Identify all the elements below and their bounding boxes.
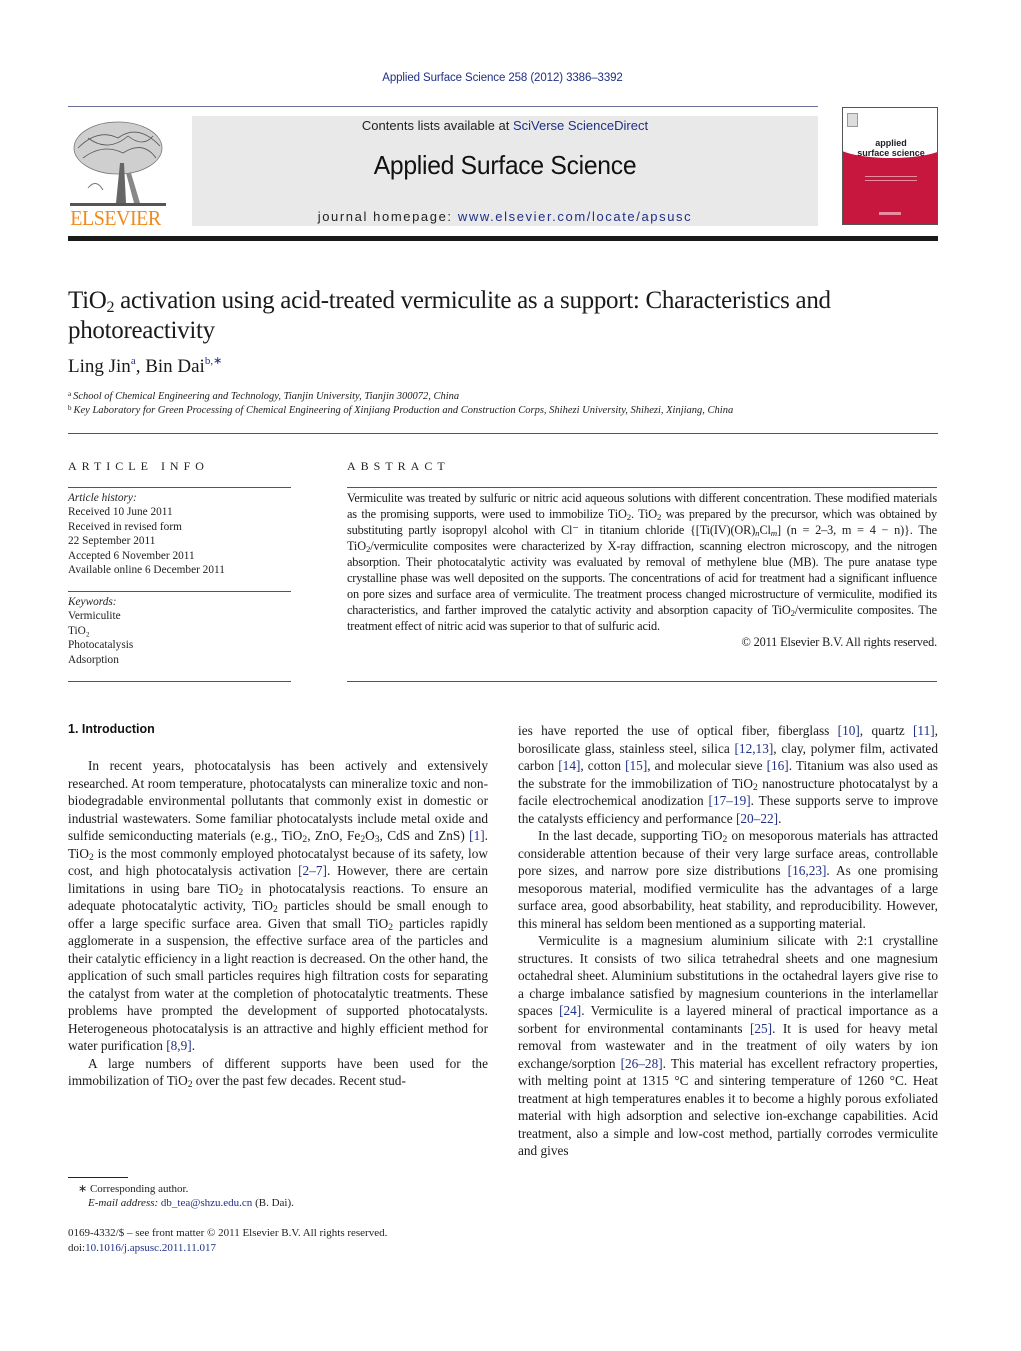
affiliation-a: a School of Chemical Engineering and Tech… bbox=[68, 390, 459, 402]
affiliation-text: School of Chemical Engineering and Techn… bbox=[73, 391, 460, 402]
issn-line: 0169-4332/$ – see front matter © 2011 El… bbox=[68, 1227, 388, 1239]
history-item: 22 September 2011 bbox=[68, 535, 156, 548]
elsevier-wordmark: ELSEVIER bbox=[70, 206, 161, 230]
citation-link[interactable]: [24] bbox=[559, 1003, 581, 1018]
citation-link[interactable]: [11] bbox=[913, 723, 935, 738]
article-history: Article history: Received 10 June 2011 R… bbox=[68, 491, 225, 577]
journal-citation[interactable]: Applied Surface Science 258 (2012) 3386–… bbox=[0, 72, 1005, 84]
history-item: Available online 6 December 2011 bbox=[68, 564, 225, 577]
title-part: TiO bbox=[68, 287, 107, 314]
abstract-copyright: © 2011 Elsevier B.V. All rights reserved… bbox=[741, 635, 938, 649]
body-column-right: ies have reported the use of optical fib… bbox=[518, 722, 938, 1160]
author-name[interactable]: Ling Jin bbox=[68, 356, 131, 377]
keyword: Vermiculite bbox=[68, 610, 121, 623]
elsevier-tree-icon bbox=[70, 121, 166, 206]
citation-link[interactable]: [2–7] bbox=[298, 863, 327, 878]
citation-link[interactable]: [8,9] bbox=[166, 1038, 191, 1053]
paragraph: Vermiculite is a magnesium aluminium sil… bbox=[518, 933, 938, 1158]
article-info-heading: ARTICLE INFO bbox=[68, 459, 209, 473]
divider bbox=[68, 591, 291, 592]
homepage-link[interactable]: www.elsevier.com/locate/apsusc bbox=[458, 209, 692, 224]
divider bbox=[68, 487, 291, 488]
divider bbox=[68, 681, 291, 682]
elsevier-logo[interactable]: ELSEVIER bbox=[68, 118, 168, 230]
corresponding-author-note: ∗ Corresponding author. bbox=[78, 1183, 189, 1195]
paragraph: ies have reported the use of optical fib… bbox=[518, 723, 938, 826]
keyword: Adsorption bbox=[68, 653, 119, 666]
citation-link[interactable]: [25] bbox=[750, 1021, 772, 1036]
doi-link[interactable]: 10.1016/j.apsusc.2011.11.017 bbox=[85, 1242, 216, 1254]
paragraph: In the last decade, supporting TiO2 on m… bbox=[518, 828, 938, 931]
email-note: E-mail address: db_tea@shzu.edu.cn (B. D… bbox=[88, 1197, 294, 1209]
keywords-label: Keywords: bbox=[68, 596, 117, 608]
paragraph: In recent years, photocatalysis has been… bbox=[68, 758, 489, 1053]
header-rule bbox=[68, 106, 818, 107]
section-heading-introduction: 1. Introduction bbox=[68, 722, 155, 736]
article-title: TiO2 activation using acid-treated vermi… bbox=[68, 286, 948, 346]
author-affiliation-mark[interactable]: b,∗ bbox=[205, 355, 222, 367]
article-history-label: Article history: bbox=[68, 492, 137, 504]
citation-link[interactable]: [20–22] bbox=[736, 811, 778, 826]
journal-homepage: journal homepage: www.elsevier.com/locat… bbox=[192, 209, 818, 224]
abstract-heading: ABSTRACT bbox=[347, 459, 450, 473]
contents-line: Contents lists available at SciVerse Sci… bbox=[192, 118, 818, 133]
divider bbox=[347, 487, 937, 488]
title-divider bbox=[68, 433, 938, 434]
citation-link[interactable]: [12,13] bbox=[735, 741, 774, 756]
affiliation-mark: a bbox=[68, 390, 72, 398]
title-part: activation using acid-treated vermiculit… bbox=[68, 287, 831, 344]
journal-banner: Contents lists available at SciVerse Sci… bbox=[192, 116, 818, 226]
journal-title: Applied Surface Science bbox=[373, 150, 637, 180]
citation-link[interactable]: [17–19] bbox=[709, 793, 751, 808]
affiliation-mark: b bbox=[68, 404, 72, 412]
citation-link[interactable]: [14] bbox=[558, 758, 580, 773]
cover-title-line2: surface science bbox=[857, 148, 925, 158]
keyword: Photocatalysis bbox=[68, 639, 134, 652]
citation-link[interactable]: [16,23] bbox=[788, 863, 827, 878]
footnote-rule bbox=[68, 1177, 128, 1178]
citation-link[interactable]: [16] bbox=[767, 758, 789, 773]
keywords: Keywords: Vermiculite TiO₂ Photocatalysi… bbox=[68, 595, 133, 667]
homepage-prefix: journal homepage: bbox=[317, 209, 458, 224]
history-item: Received 10 June 2011 bbox=[68, 506, 173, 519]
citation-link[interactable]: [10] bbox=[838, 723, 860, 738]
history-item: Received in revised form bbox=[68, 520, 182, 533]
header-thick-rule bbox=[68, 236, 938, 241]
author-name[interactable]: Bin Dai bbox=[145, 356, 205, 377]
citation-link[interactable]: [1] bbox=[469, 828, 485, 843]
contents-prefix: Contents lists available at bbox=[361, 118, 513, 133]
author-list: Ling Jina, Bin Daib,∗ bbox=[68, 356, 222, 378]
cover-subtitle-lines bbox=[865, 176, 917, 181]
history-item: Accepted 6 November 2011 bbox=[68, 549, 195, 562]
cover-elsevier-icon bbox=[847, 113, 858, 127]
email-link[interactable]: db_tea@shzu.edu.cn bbox=[161, 1197, 252, 1209]
cover-publisher-mark bbox=[879, 212, 901, 215]
author-separator: , bbox=[135, 356, 146, 377]
citation-link[interactable]: [15] bbox=[625, 758, 647, 773]
body-column-left: In recent years, photocatalysis has been… bbox=[68, 757, 488, 1090]
keyword: TiO₂ bbox=[68, 624, 90, 637]
divider bbox=[347, 681, 937, 682]
sciencedirect-link[interactable]: SciVerse ScienceDirect bbox=[513, 118, 648, 133]
cover-title: applied surface science bbox=[843, 138, 937, 158]
citation-link[interactable]: [26–28] bbox=[621, 1056, 663, 1071]
affiliation-text: Key Laboratory for Green Processing of C… bbox=[73, 405, 734, 416]
cover-title-line1: applied bbox=[875, 138, 907, 148]
doi-line: doi:10.1016/j.apsusc.2011.11.017 bbox=[68, 1242, 216, 1254]
affiliation-b: b Key Laboratory for Green Processing of … bbox=[68, 404, 733, 416]
abstract-text: Vermiculite was treated by sulfuric or n… bbox=[347, 491, 938, 649]
journal-cover-thumbnail[interactable]: applied surface science bbox=[842, 107, 938, 225]
paragraph: A large numbers of different supports ha… bbox=[68, 1055, 488, 1090]
